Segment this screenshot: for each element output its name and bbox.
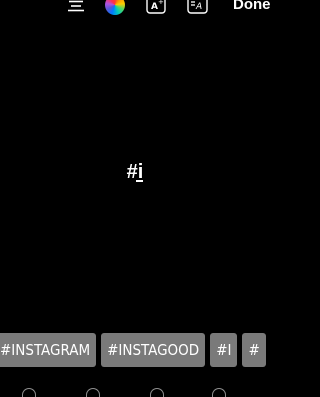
text-effect-icon[interactable]: A + xyxy=(146,0,166,14)
done-button[interactable]: Done xyxy=(233,0,271,14)
align-center-icon[interactable] xyxy=(66,0,86,14)
hashtag-suggestions: #INSTAGRAM #INSTAGOOD #I # xyxy=(0,333,266,367)
font-option-icon[interactable] xyxy=(22,388,36,397)
top-toolbar: A + A Done xyxy=(0,0,271,22)
color-wheel-icon[interactable] xyxy=(105,0,125,15)
hashtag-chip[interactable]: #I xyxy=(210,333,238,367)
hashtag-chip[interactable]: #INSTAGOOD xyxy=(101,333,206,367)
font-option-icon[interactable] xyxy=(86,388,100,397)
text-caret xyxy=(136,180,144,182)
font-option-icon[interactable] xyxy=(212,388,226,397)
text-input-canvas[interactable]: #i xyxy=(0,159,270,185)
svg-text:+: + xyxy=(158,0,164,6)
font-option-icon[interactable] xyxy=(150,388,164,397)
svg-text:A: A xyxy=(195,2,202,12)
svg-text:A: A xyxy=(151,2,158,12)
text-animation-icon[interactable]: A xyxy=(187,0,208,14)
hashtag-chip[interactable]: #INSTAGRAM xyxy=(0,333,97,367)
hashtag-chip[interactable]: # xyxy=(242,333,266,367)
